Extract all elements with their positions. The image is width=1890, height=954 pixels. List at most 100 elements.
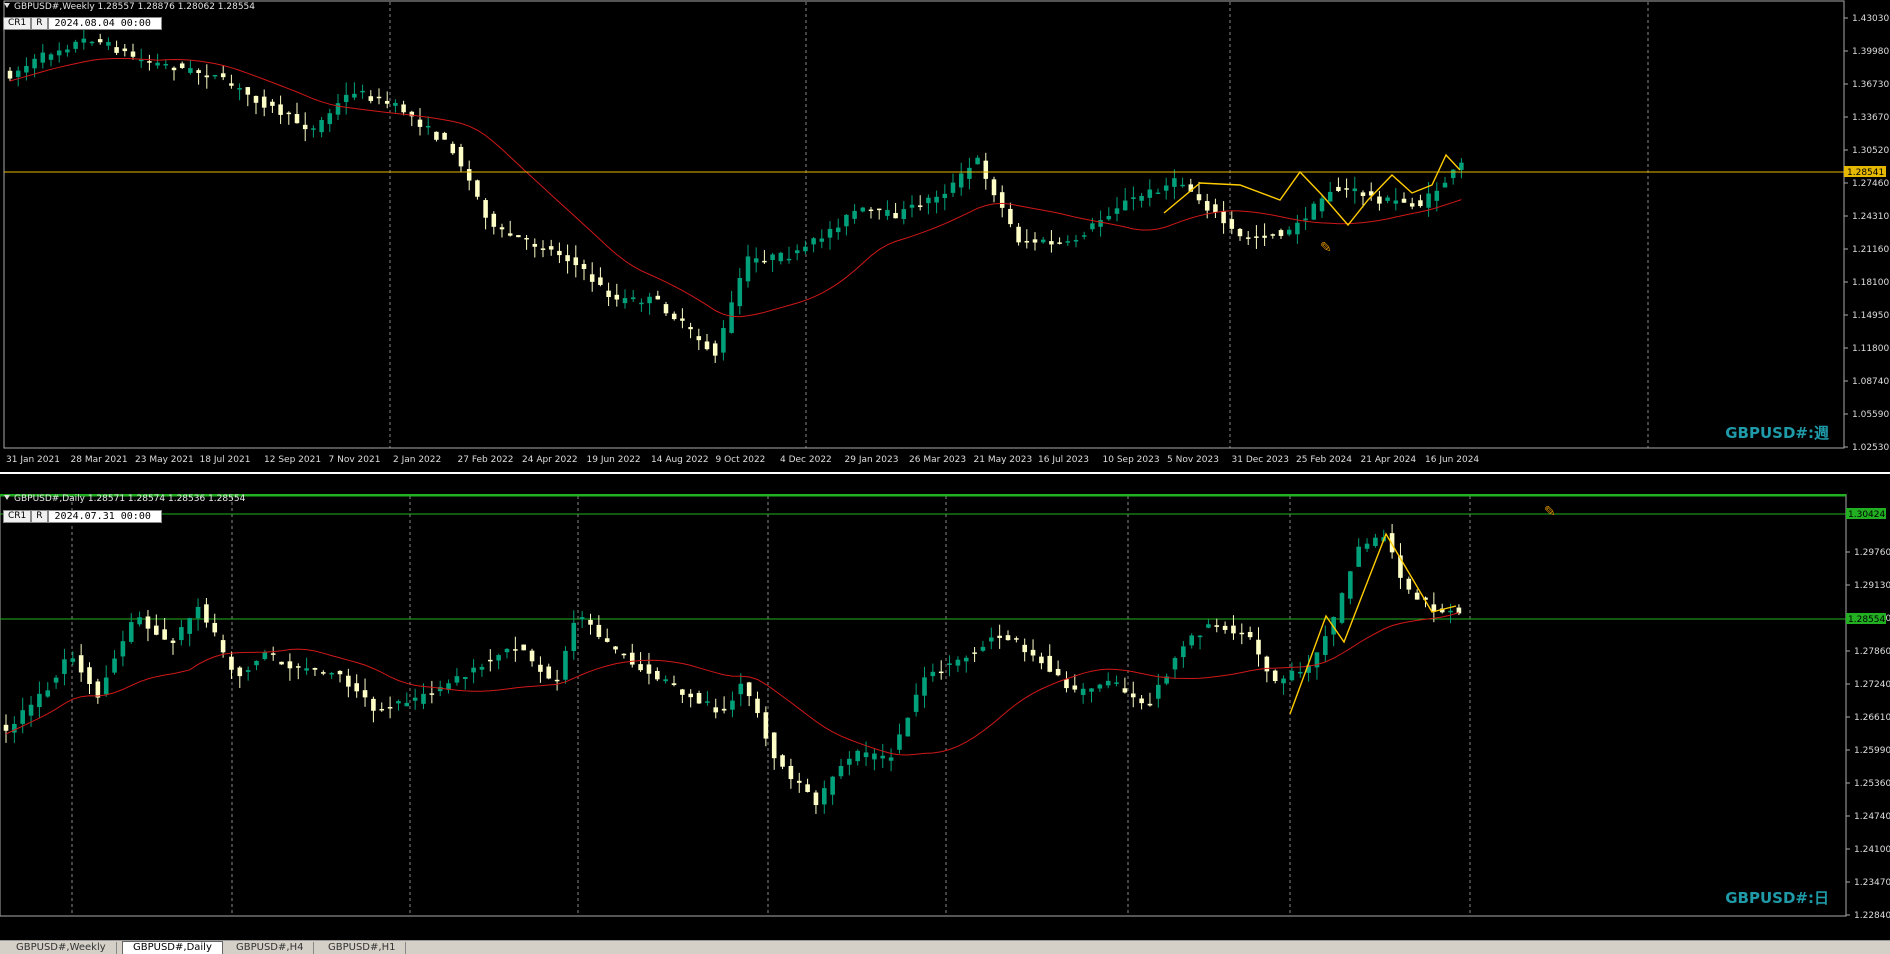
candle-body: [1272, 670, 1278, 682]
candle-body: [688, 693, 693, 698]
candle-body: [1163, 185, 1169, 191]
candle-body: [7, 70, 13, 79]
candle-body: [565, 255, 570, 262]
collapse-triangle-icon[interactable]: [4, 3, 10, 8]
candle-body: [1245, 237, 1251, 239]
candle-body: [354, 683, 359, 692]
candle-body: [287, 661, 293, 669]
candle-body: [546, 666, 552, 679]
candle-body: [170, 640, 176, 643]
candle-body: [147, 61, 152, 63]
candle-body: [212, 622, 218, 633]
tab-daily[interactable]: GBPUSD#,Daily: [122, 941, 223, 954]
candle-body: [909, 204, 915, 208]
candle-body: [28, 704, 34, 716]
candle-body: [680, 689, 685, 695]
candle-body: [1172, 178, 1177, 187]
candle-body: [1005, 635, 1011, 641]
candle-body: [329, 672, 334, 675]
candle-body: [819, 238, 825, 242]
candle-body: [1256, 639, 1261, 655]
candle-body: [1377, 196, 1382, 204]
candle-body: [926, 197, 931, 204]
top-price-label: 1.30424: [1848, 510, 1885, 520]
candle-body: [1072, 685, 1078, 690]
candle-body: [1434, 190, 1440, 201]
candle-body: [745, 256, 751, 282]
collapse-triangle-icon[interactable]: [4, 495, 10, 500]
daily-chart-canvas[interactable]: 1.297601.291301.285801.278601.272401.266…: [0, 494, 1890, 920]
daily-cursor-date[interactable]: 2024.07.31 00:00: [47, 510, 162, 523]
candle-body: [1414, 592, 1420, 600]
candle-body: [346, 675, 351, 687]
candle-body: [1197, 635, 1203, 638]
candle-body: [852, 210, 857, 219]
candle-body: [1222, 625, 1228, 630]
candle-body: [762, 260, 767, 263]
candle-body: [983, 160, 989, 179]
candle-body: [696, 336, 702, 341]
weekly-cursor-controls: CR1 R 2024.08.04 00:00: [3, 17, 162, 30]
weekly-chart-panel[interactable]: 1.43030 1.39980 1.36730 1.33670 1.30520 1.274…: [0, 0, 1890, 470]
weekly-cr-button[interactable]: CR1: [3, 17, 32, 30]
candle-body: [1155, 192, 1161, 195]
candle-body: [1237, 228, 1243, 237]
candle-body: [913, 694, 919, 712]
daily-cr-button[interactable]: CR1: [3, 510, 32, 523]
candle-body: [352, 93, 357, 98]
candle-body: [1055, 668, 1061, 676]
candle-body: [663, 679, 668, 682]
tab-weekly[interactable]: GBPUSD#,Weekly: [6, 942, 117, 954]
candle-body: [1264, 656, 1270, 672]
candle-body: [254, 660, 259, 666]
candle-body: [245, 670, 251, 672]
pencil-icon: ✎: [1320, 240, 1332, 256]
daily-r-button[interactable]: R: [31, 510, 48, 523]
candle-body: [294, 114, 300, 124]
daily-cursor-controls: CR1 R 2024.07.31 00:00: [3, 510, 162, 523]
candle-body: [1016, 226, 1021, 243]
candle-body: [1024, 241, 1030, 243]
candle-body: [462, 677, 468, 679]
tab-h4[interactable]: GBPUSD#,H4: [226, 942, 315, 954]
candle-body: [1139, 195, 1144, 201]
candle-body: [1393, 200, 1399, 204]
candle-body: [838, 765, 844, 777]
candle-body: [763, 712, 769, 739]
price-axis-label: 1.27460: [1852, 179, 1889, 189]
candle-body: [128, 622, 134, 642]
candle-body: [278, 104, 283, 115]
candle-body: [999, 192, 1005, 208]
tab-h1[interactable]: GBPUSD#,H1: [318, 942, 407, 954]
candle-body: [548, 246, 554, 250]
candle-body: [286, 112, 292, 115]
weekly-r-button[interactable]: R: [31, 17, 48, 30]
candle-body: [1239, 632, 1245, 635]
candle-body: [1385, 197, 1390, 201]
candle-body: [947, 663, 952, 665]
candle-body: [1426, 193, 1431, 208]
candle-body: [647, 296, 652, 304]
candle-body: [1097, 684, 1103, 689]
candle-body: [479, 666, 485, 670]
candle-body: [1295, 222, 1300, 235]
price-axis-label: 1.18100: [1852, 278, 1889, 288]
candle-body: [1286, 229, 1292, 235]
weekly-cursor-date[interactable]: 2024.08.04 00:00: [47, 17, 162, 30]
candle-body: [888, 757, 894, 761]
candle-body: [1356, 546, 1361, 567]
weekly-chart-canvas[interactable]: 1.43030 1.39980 1.36730 1.33670 1.30520 1.274…: [0, 0, 1890, 470]
candle-body: [532, 243, 538, 247]
candle-body: [805, 784, 810, 792]
candle-body: [188, 68, 193, 73]
time-axis-label: 21 May 2023: [974, 455, 1033, 465]
candle-body: [37, 693, 42, 708]
candle-body: [922, 677, 927, 696]
daily-chart-panel[interactable]: 1.297601.291301.285801.278601.272401.266…: [0, 494, 1890, 920]
candle-body: [622, 298, 628, 304]
candle-body: [1352, 188, 1358, 192]
candle-body: [963, 657, 969, 662]
candle-body: [770, 254, 775, 260]
candle-body: [261, 96, 267, 108]
candle-body: [958, 173, 964, 188]
